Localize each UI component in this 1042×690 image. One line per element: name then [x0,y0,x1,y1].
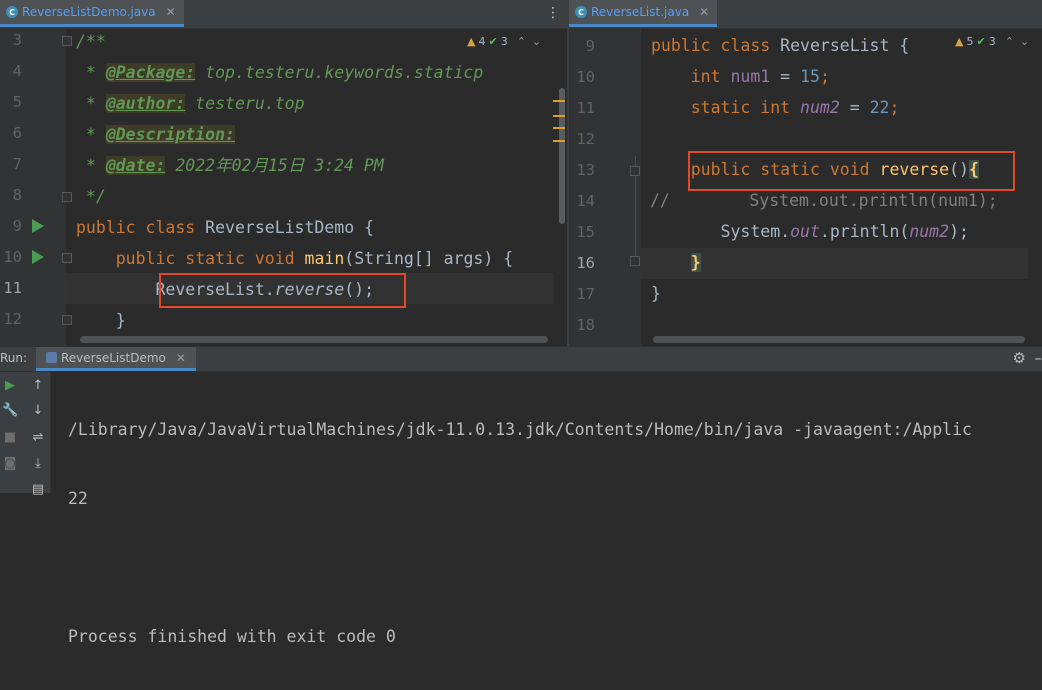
line-number: 16 [569,248,595,279]
wrench-icon[interactable]: 🔧 [2,403,18,419]
arrow-down-icon[interactable]: ↓ [30,403,46,419]
code-line[interactable]: System.out.println(num2); [651,216,969,247]
code-line[interactable]: * @author: testeru.top [76,88,305,119]
java-class-icon: C [6,6,18,18]
line-number: 11 [0,273,22,304]
line-number: 8 [0,180,22,211]
line-number: 11 [569,93,595,124]
fold-icon[interactable] [62,36,72,46]
close-icon[interactable]: ✕ [699,5,709,19]
run-gutter-icon[interactable] [32,250,44,264]
warning-count: 5 [966,35,973,48]
left-gutter: 3 4 5 6 7 8 9 10 11 12 [0,28,66,346]
code-line[interactable]: } [651,247,701,278]
tab-run-reverselistdemo[interactable]: ReverseListDemo ✕ [36,347,196,371]
navigate-arrows-icon[interactable]: ⌃⌄ [1005,35,1035,48]
ok-count: 3 [989,35,996,48]
horizontal-scrollbar[interactable] [653,336,1025,343]
fold-icon[interactable] [62,192,72,202]
code-line[interactable]: * @date: 2022年02月15日 3:24 PM [76,150,384,181]
check-icon: ✔ [976,35,985,48]
tab-reverselist-java[interactable]: C ReverseList.java ✕ [569,0,717,27]
right-gutter: 9 10 11 12 13 14 15 16 17 18 [569,28,641,346]
code-line[interactable]: */ [76,181,106,212]
code-line[interactable]: public class ReverseList { [651,30,909,61]
line-number: 9 [0,211,22,242]
line-number: 3 [0,25,22,56]
line-number: 15 [569,217,595,248]
tab-label: ReverseList.java [591,5,689,19]
line-number: 10 [0,242,22,273]
code-line[interactable]: int num1 = 15; [651,61,830,92]
highlight-box [688,151,1015,191]
inspection-widget[interactable]: ▲ 5 ✔ 3 ⌃⌄ [955,35,1035,48]
line-number: 14 [569,186,595,217]
ok-count: 3 [501,35,508,48]
code-line[interactable]: public class ReverseListDemo { [76,212,374,243]
highlight-box [159,273,406,308]
line-number: 18 [569,310,595,341]
left-editor-pane: C ReverseListDemo.java ✕ ⋮ 3 4 5 6 7 8 9… [0,0,568,346]
arrow-up-icon[interactable]: ↑ [30,378,46,394]
run-gutter-icon[interactable] [32,219,44,233]
fold-icon[interactable] [630,256,640,266]
code-line[interactable]: } [651,278,661,309]
rerun-icon[interactable]: ▶ [2,378,18,394]
minimize-icon[interactable]: – [1035,349,1042,367]
run-tab-label: ReverseListDemo [61,351,166,365]
tab-label: ReverseListDemo.java [22,5,156,19]
code-line[interactable]: static int num2 = 22; [651,92,899,123]
close-icon[interactable]: ✕ [166,5,176,19]
code-line[interactable]: public static void main(String[] args) { [76,243,513,274]
gear-icon[interactable]: ⚙ [1013,349,1026,367]
warning-icon: ▲ [955,35,963,48]
check-icon: ✔ [488,35,497,48]
line-number: 10 [569,62,595,93]
line-number: 13 [569,155,595,186]
scroll-to-end-icon[interactable]: ⤓ [30,456,46,472]
navigate-arrows-icon[interactable]: ⌃⌄ [517,35,547,48]
run-panel: Run: ReverseListDemo ✕ ⚙ – ▶ ↑ 🔧 ↓ ■ ⇌ ◙… [0,346,1042,493]
inspection-widget[interactable]: ▲ 4 ✔ 3 ⌃⌄ [467,35,547,48]
warning-count: 4 [478,35,485,48]
line-number: 4 [0,56,22,87]
fold-icon[interactable] [62,253,72,263]
console-line: /Library/Java/JavaVirtualMachines/jdk-11… [68,414,1042,445]
run-config-icon [46,352,57,363]
camera-icon[interactable]: ◙ [2,456,18,472]
line-number: 9 [569,31,595,62]
console-line: 22 [68,483,1042,514]
line-number: 5 [0,87,22,118]
fold-icon[interactable] [630,166,640,176]
line-number: 17 [569,279,595,310]
console-line: Process finished with exit code 0 [68,621,1042,652]
line-number: 6 [0,118,22,149]
run-header: Run: ReverseListDemo ✕ ⚙ – [0,346,1042,372]
tab-reverselistdemo-java[interactable]: C ReverseListDemo.java ✕ [0,0,184,27]
warning-icon: ▲ [467,35,475,48]
code-line[interactable]: * @Description: [76,119,235,150]
stop-icon[interactable]: ■ [2,430,18,446]
right-editor-pane: C ReverseList.java ✕ 9 10 11 12 13 14 15… [569,0,1042,346]
print-icon[interactable]: ▤ [30,482,46,498]
run-toolbar: ▶ ↑ 🔧 ↓ ■ ⇌ ◙ ⤓ ▤ [0,372,51,493]
line-number: 7 [0,149,22,180]
horizontal-scrollbar[interactable] [80,336,548,343]
code-line[interactable]: } [76,305,126,336]
close-icon[interactable]: ✕ [176,351,186,365]
vertical-scrollbar[interactable] [559,88,565,224]
console-line [68,552,1042,583]
more-options-icon[interactable]: ⋮ [546,5,560,21]
line-number: 12 [569,124,595,155]
line-number: 12 [0,304,22,335]
code-line[interactable]: /** [76,26,106,57]
left-tab-bar: C ReverseListDemo.java ✕ ⋮ [0,0,568,29]
fold-icon[interactable] [62,315,72,325]
code-line[interactable]: * @Package: top.testeru.keywords.staticp [76,57,483,88]
java-class-icon: C [575,6,587,18]
right-tab-bar: C ReverseList.java ✕ [569,0,1042,29]
soft-wrap-icon[interactable]: ⇌ [30,430,46,446]
console-output[interactable]: /Library/Java/JavaVirtualMachines/jdk-11… [68,376,1042,690]
run-label: Run: [0,351,27,365]
